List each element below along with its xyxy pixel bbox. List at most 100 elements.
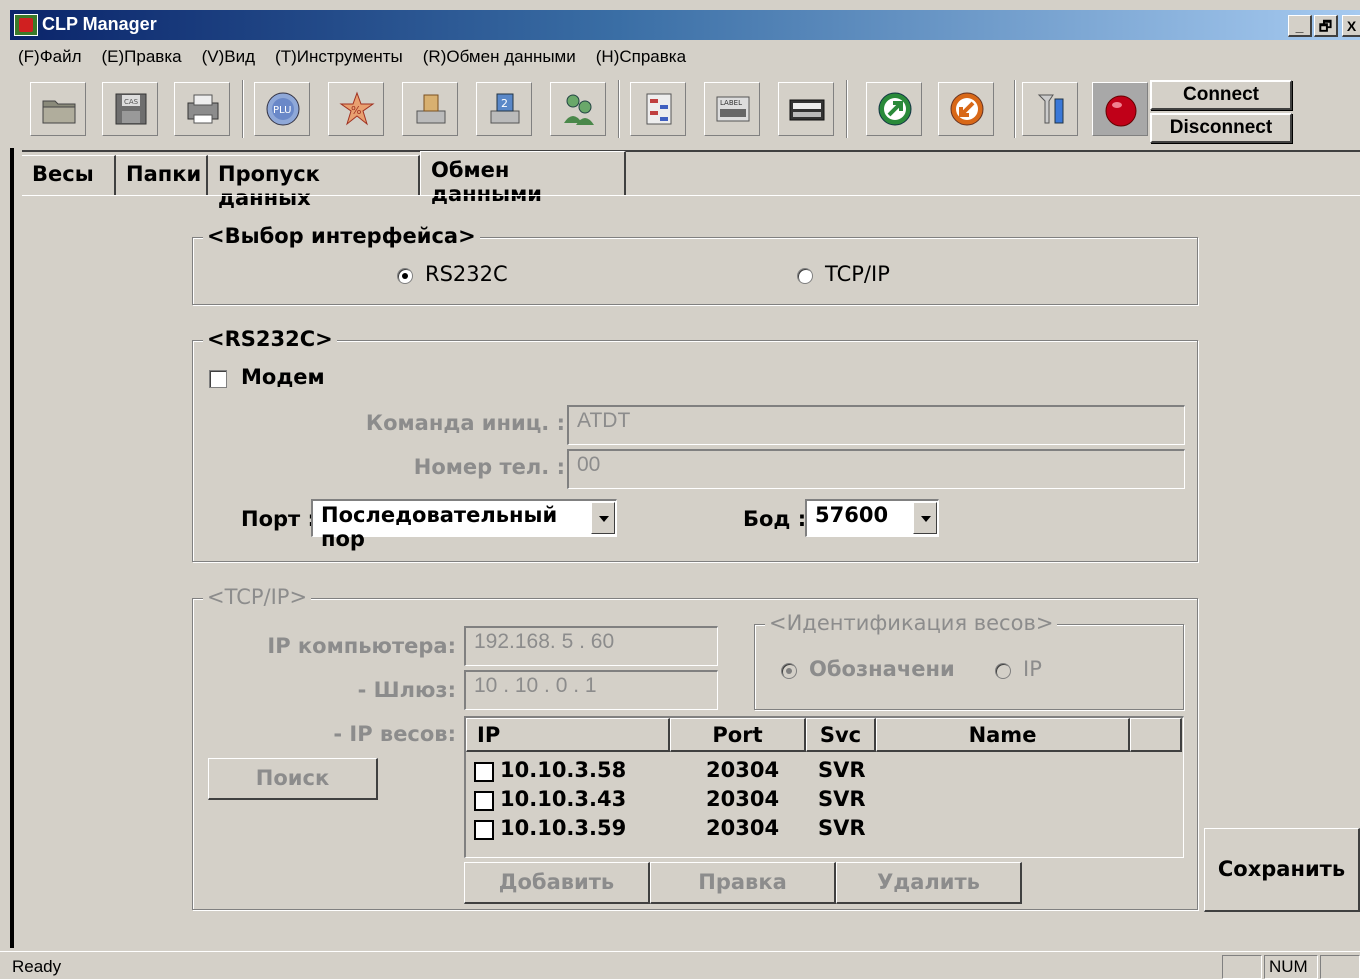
tcpip-radio[interactable] — [797, 268, 813, 284]
ident-name-radio[interactable] — [781, 663, 797, 679]
scale-up-icon — [416, 94, 446, 124]
tcpip-label: TCP/IP — [825, 262, 890, 286]
ident-name-label: Обозначени — [809, 657, 955, 681]
row-svc: SVR — [818, 758, 866, 782]
row-port: 20304 — [706, 787, 780, 811]
search-button[interactable]: Поиск — [208, 758, 378, 800]
column-header-svc[interactable]: Svc — [806, 718, 876, 752]
add-button[interactable]: Добавить — [464, 862, 650, 904]
tcpip-legend: <TCP/IP> — [203, 585, 312, 609]
baud-select[interactable]: 57600 — [805, 499, 939, 537]
disconnect-button[interactable]: Disconnect — [1150, 113, 1292, 143]
title-bar: CLP Manager _ 🗗 X — [10, 10, 1360, 40]
menu-edit[interactable]: (E)Правка — [102, 47, 182, 67]
ident-ip-label: IP — [1023, 657, 1042, 681]
status-pane-blank — [1222, 955, 1262, 979]
delete-button[interactable]: Удалить — [836, 862, 1022, 904]
open-folder-button[interactable] — [30, 82, 86, 136]
restore-button[interactable]: 🗗 — [1314, 15, 1338, 37]
row-ip: 10.10.3.43 — [500, 787, 627, 811]
scale-two-icon: 2 — [490, 93, 520, 124]
window-left-border — [10, 148, 14, 948]
port-label: Порт : — [241, 507, 316, 531]
send-button[interactable] — [866, 82, 922, 136]
arrow-up-right-icon — [878, 92, 912, 126]
modem-checkbox[interactable] — [209, 370, 227, 388]
tab-skip-data[interactable]: Пропуск данных — [208, 155, 420, 210]
baud-label: Бод : — [743, 507, 807, 531]
menu-tools[interactable]: (T)Инструменты — [275, 47, 403, 67]
scale-list[interactable]: IP Port Svc Name 10.10.3.58 20304 SVR 10… — [464, 716, 1184, 858]
app-icon — [14, 14, 38, 36]
baud-value: 57600 — [815, 503, 889, 527]
chevron-down-icon[interactable] — [913, 502, 937, 534]
pc-ip-field[interactable]: 192.168. 5 . 60 — [464, 626, 718, 666]
save-cas-button[interactable]: CAS — [102, 82, 158, 136]
plu-button[interactable]: PLU — [254, 82, 310, 136]
close-button[interactable]: X — [1342, 15, 1360, 37]
connection-status-button[interactable] — [1092, 82, 1148, 136]
tab-folders[interactable]: Папки — [116, 155, 208, 195]
tab-data-exchange[interactable]: Обмен данными — [420, 151, 626, 206]
toolbar-separator — [846, 80, 848, 138]
row-ip: 10.10.3.58 — [500, 758, 627, 782]
network-button[interactable] — [550, 82, 606, 136]
receive-button[interactable] — [938, 82, 994, 136]
column-header-port[interactable]: Port — [670, 718, 806, 752]
row-checkbox[interactable] — [474, 762, 494, 782]
status-num: NUM — [1264, 955, 1318, 979]
tab-scales[interactable]: Весы — [22, 155, 116, 195]
connect-button[interactable]: Connect — [1150, 80, 1292, 110]
discount-button[interactable]: % — [328, 82, 384, 136]
edit-button[interactable]: Правка — [650, 862, 836, 904]
ident-ip-radio[interactable] — [995, 663, 1011, 679]
row-svc: SVR — [818, 816, 866, 840]
label-button[interactable]: LABEL — [704, 82, 760, 136]
init-command-label: Команда иниц. : — [365, 411, 565, 435]
interface-group: <Выбор интерфейса> RS232C TCP/IP — [192, 224, 1198, 305]
scale-ip-label: - IP весов: — [333, 722, 456, 746]
phone-field[interactable]: 00 — [567, 449, 1185, 489]
menu-data-exchange[interactable]: (R)Обмен данными — [423, 47, 576, 67]
menu-view[interactable]: (V)Вид — [202, 47, 255, 67]
status-pane-blank — [1320, 955, 1360, 979]
plu-icon: PLU — [266, 92, 300, 126]
cas-text: CAS — [124, 98, 139, 106]
toolbar-separator — [618, 80, 620, 138]
row-checkbox[interactable] — [474, 791, 494, 811]
minimize-button[interactable]: _ — [1288, 15, 1312, 37]
label-text: LABEL — [720, 99, 742, 107]
wrench-icon — [1037, 94, 1064, 124]
port-select[interactable]: Последовательный пор — [311, 499, 617, 551]
row-port: 20304 — [706, 758, 780, 782]
toolbar-separator — [1014, 80, 1016, 138]
row-checkbox[interactable] — [474, 820, 494, 840]
items-list-button[interactable] — [630, 82, 686, 136]
toolbar-divider — [22, 150, 1360, 152]
label-icon: LABEL — [716, 96, 750, 122]
menu-file[interactable]: (F)Файл — [18, 47, 82, 67]
save-button[interactable]: Сохранить — [1204, 828, 1360, 912]
keyboard-button[interactable] — [778, 82, 834, 136]
chevron-down-icon[interactable] — [591, 502, 615, 534]
row-port: 20304 — [706, 816, 780, 840]
init-command-field[interactable]: ATDT — [567, 405, 1185, 445]
column-header-ip[interactable]: IP — [466, 718, 670, 752]
toolbar: CAS PLU % 2 LABEL Connect Disconnect — [10, 74, 1360, 144]
column-header-name[interactable]: Name — [876, 718, 1130, 752]
menu-bar: (F)Файл (E)Правка (V)Вид (T)Инструменты … — [10, 42, 1360, 72]
settings-button[interactable] — [1022, 82, 1078, 136]
star-percent-icon: % — [339, 91, 375, 126]
menu-help[interactable]: (H)Справка — [596, 47, 686, 67]
ident-group: <Идентификация весов> Обозначени IP — [754, 611, 1184, 710]
scale-download-button[interactable] — [402, 82, 458, 136]
scale-two-button[interactable]: 2 — [476, 82, 532, 136]
gateway-field[interactable]: 10 . 10 . 0 . 1 — [464, 670, 718, 710]
percent-text: % — [351, 104, 361, 117]
phone-label: Номер тел. : — [413, 455, 565, 479]
row-svc: SVR — [818, 787, 866, 811]
print-button[interactable] — [174, 82, 230, 136]
rs232-radio[interactable] — [397, 268, 413, 284]
folder-icon — [42, 100, 76, 124]
red-status-icon — [1105, 95, 1137, 127]
